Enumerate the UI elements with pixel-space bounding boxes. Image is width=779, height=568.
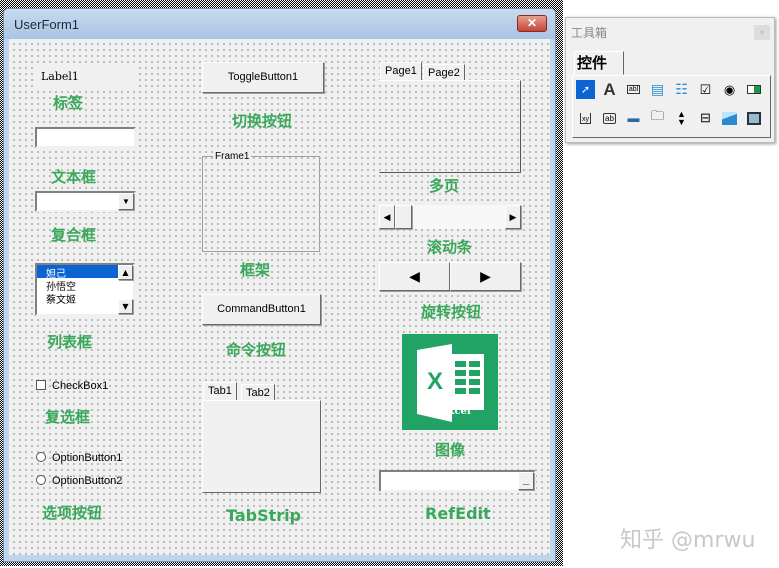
label1[interactable]: Label1	[35, 64, 137, 88]
option-button-2[interactable]: OptionButton2	[52, 475, 122, 487]
select-objects-icon[interactable]: ➚	[576, 80, 595, 99]
caption-command: 命令按钮	[226, 341, 287, 359]
caption-refedit: RefEdit	[425, 504, 491, 523]
tabstrip-tool-icon[interactable]: ▬	[624, 109, 643, 128]
page-tab-2[interactable]: Page2	[423, 64, 465, 81]
caption-checkbox: 复选框	[45, 408, 91, 426]
spinbutton-tool-icon[interactable]: ⊟	[696, 109, 715, 128]
frame-tool-icon[interactable]: xy	[576, 109, 595, 128]
command-button[interactable]: CommandButton1	[202, 294, 321, 325]
multipage-tool-icon[interactable]: 🗀	[648, 108, 667, 128]
caption-combobox: 复合框	[51, 226, 97, 244]
toolbox-title: 工具箱	[571, 26, 608, 40]
optionbutton-tool-icon[interactable]: ◉	[720, 80, 739, 99]
textbox-tool-icon[interactable]: abl	[624, 80, 643, 99]
tab-controls[interactable]: 控件	[574, 51, 624, 75]
spin-left-icon[interactable]: ◀	[379, 262, 450, 291]
caption-spin: 旋转按钮	[421, 303, 482, 321]
refedit[interactable]: _	[379, 470, 536, 492]
collapse-icon[interactable]: _	[518, 472, 534, 490]
checkbox-label[interactable]: CheckBox1	[52, 380, 108, 392]
tab-2[interactable]: Tab2	[241, 384, 275, 401]
excel-logo-image[interactable]: X AiExcel	[402, 334, 498, 430]
title-bar: UserForm1 ✕	[4, 9, 555, 39]
caption-toggle: 切换按钮	[232, 112, 293, 130]
scroll-down-icon[interactable]: ▼	[118, 299, 133, 314]
refedit-tool-icon[interactable]	[744, 109, 763, 128]
toggle-button[interactable]: ToggleButton1	[202, 62, 324, 93]
option-button-1[interactable]: OptionButton1	[52, 452, 122, 464]
caption-scrollbar: 滚动条	[427, 238, 473, 256]
svg-text:X: X	[427, 368, 443, 395]
list-item-selected[interactable]: 妲己	[37, 265, 118, 280]
tab-1[interactable]: Tab1	[203, 382, 237, 401]
label-tool-icon[interactable]: A	[600, 80, 619, 99]
caption-listbox: 列表框	[47, 333, 93, 351]
caption-tabstrip: TabStrip	[226, 506, 302, 525]
multipage-body[interactable]	[379, 80, 521, 173]
tabstrip-body[interactable]	[202, 400, 321, 493]
caption-options: 选项按钮	[42, 504, 103, 522]
scrollbar-tool-icon[interactable]: ▲ ▼	[672, 109, 691, 128]
checkbox-box[interactable]	[36, 380, 46, 390]
textbox[interactable]	[35, 127, 136, 148]
spin-right-icon[interactable]: ▶	[450, 262, 521, 291]
close-button[interactable]: ✕	[517, 15, 547, 32]
listbox-tool-icon[interactable]: ☷	[672, 80, 691, 99]
caption-textbox: 文本框	[51, 168, 97, 186]
window-title: UserForm1	[14, 17, 80, 32]
togglebutton-tool-icon[interactable]	[744, 80, 763, 99]
caption-label: 标签	[53, 94, 84, 112]
combobox-tool-icon[interactable]: ▤	[648, 80, 667, 99]
commandbutton-tool-icon[interactable]: ab	[600, 109, 619, 128]
logo-text: AiExcel	[429, 406, 471, 417]
chevron-down-icon[interactable]: ▼	[118, 193, 134, 210]
checkbox-tool-icon[interactable]: ☑	[696, 80, 715, 99]
scroll-up-icon[interactable]: ▲	[118, 265, 133, 280]
caption-multipage: 多页	[429, 177, 460, 195]
caption-image: 图像	[435, 441, 466, 459]
toolbox-panel: 工具箱 × 控件 ➚ A abl ▤ ☷ ☑ ◉ xy ab ▬ 🗀 ▲ ▼ ⊟	[565, 17, 775, 143]
radio-1[interactable]	[36, 452, 46, 462]
image-tool-icon[interactable]	[720, 109, 739, 128]
listbox[interactable]: 妲己 孙悟空 蔡文姬 ▲ ▼	[35, 263, 135, 316]
scroll-left-icon[interactable]: ◀	[379, 205, 395, 229]
radio-2[interactable]	[36, 475, 46, 485]
watermark: 知乎 @mrwu	[620, 528, 756, 553]
frame-title: Frame1	[213, 151, 252, 162]
frame[interactable]: Frame1	[202, 151, 320, 252]
scroll-thumb[interactable]	[395, 205, 412, 229]
toolbox-close-button[interactable]: ×	[754, 25, 770, 40]
scroll-right-icon[interactable]: ▶	[505, 205, 521, 229]
combobox[interactable]: ▼	[35, 191, 136, 212]
toolbox-grid: ➚ A abl ▤ ☷ ☑ ◉ xy ab ▬ 🗀 ▲ ▼ ⊟	[572, 75, 771, 138]
page-tab-1[interactable]: Page1	[380, 62, 422, 81]
scrollbar[interactable]: ◀ ▶	[379, 205, 521, 229]
caption-frame: 框架	[240, 261, 271, 279]
